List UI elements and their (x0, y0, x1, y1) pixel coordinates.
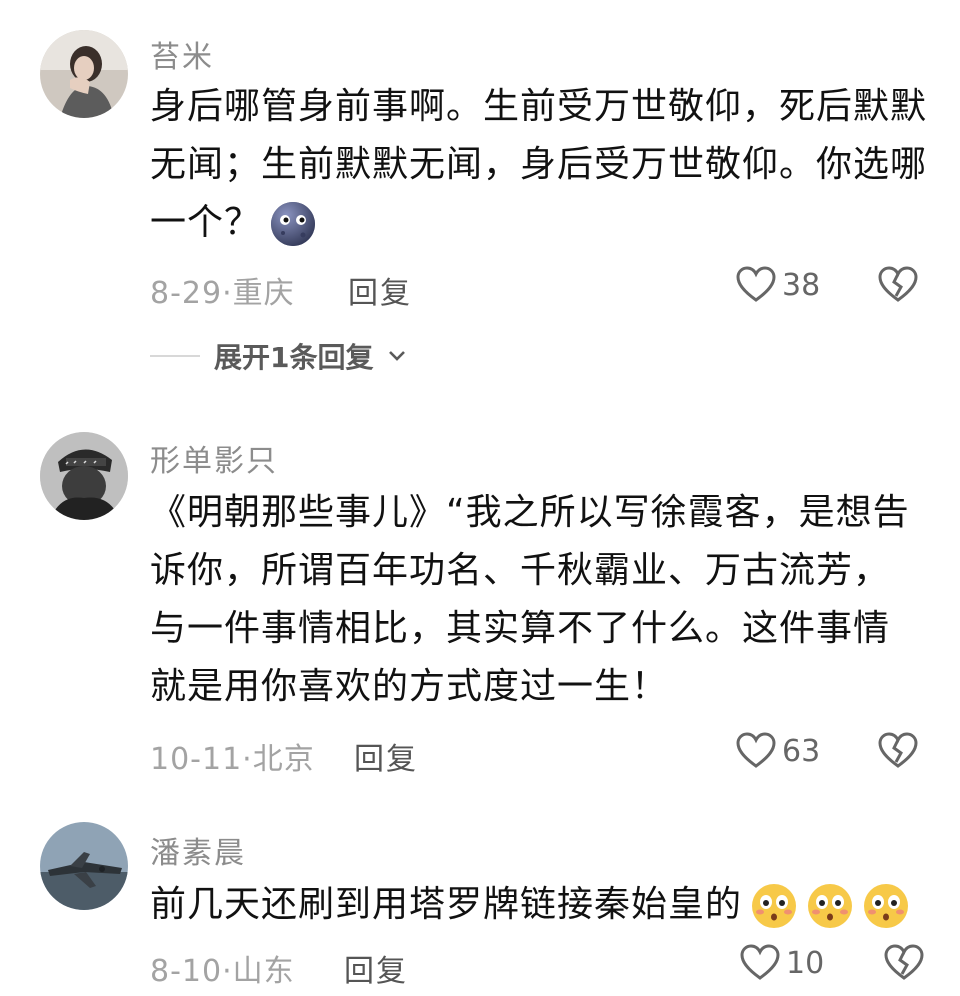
username[interactable]: 潘素晨 (150, 828, 246, 872)
expand-replies-button[interactable]: 展开1条回复 (150, 336, 407, 376)
like-count: 38 (782, 267, 821, 303)
heart-icon (736, 732, 776, 768)
comment-date-location: 8-29·重庆 (150, 276, 295, 311)
new-moon-face-icon (269, 200, 317, 248)
comment-date-location: 8-10·山东 (150, 954, 295, 989)
comment-text: 《明朝那些事儿》“我之所以写徐霞客，是想告诉你，所谓百年功名、千秋霸业、万古流芳… (150, 492, 910, 707)
dislike-button[interactable] (878, 732, 918, 772)
flushed-face-icon (862, 882, 910, 930)
avatar[interactable] (40, 30, 128, 118)
broken-heart-icon (878, 732, 918, 768)
comment-date-location: 10-11·北京 (150, 742, 315, 777)
reply-button[interactable]: 回复 (354, 734, 418, 778)
like-button[interactable]: 38 (736, 266, 820, 304)
comment-text-content: 前几天还刷到用塔罗牌链接秦始皇的 (150, 884, 743, 925)
heart-icon (740, 944, 780, 980)
reply-button[interactable]: 回复 (344, 946, 408, 990)
expand-divider (150, 355, 200, 357)
dislike-button[interactable] (884, 944, 924, 984)
heart-icon (736, 266, 776, 302)
broken-heart-icon (878, 266, 918, 302)
comment-text: 前几天还刷到用塔罗牌链接秦始皇的 (150, 876, 930, 934)
chevron-down-icon (389, 351, 406, 361)
avatar[interactable] (40, 432, 128, 520)
like-button[interactable]: 63 (736, 732, 820, 770)
comment-text: 身后哪管身前事啊。生前受万世敬仰，死后默默无闻；生前默默无闻，身后受万世敬仰。你… (150, 78, 930, 252)
expand-replies-label: 展开1条回复 (214, 341, 374, 374)
like-count: 10 (786, 945, 825, 981)
username[interactable]: 苔米 (150, 32, 214, 76)
flushed-face-icon (750, 882, 798, 930)
like-count: 63 (782, 733, 821, 769)
like-button[interactable]: 10 (740, 944, 824, 982)
username[interactable]: 形单影只 (150, 436, 278, 480)
comment-text-content: 身后哪管身前事啊。生前受万世敬仰，死后默默无闻；生前默默无闻，身后受万世敬仰。你… (150, 86, 928, 243)
avatar[interactable] (40, 822, 128, 910)
flushed-face-icon (806, 882, 854, 930)
dislike-button[interactable] (878, 266, 918, 306)
broken-heart-icon (884, 944, 924, 980)
reply-button[interactable]: 回复 (348, 268, 412, 312)
